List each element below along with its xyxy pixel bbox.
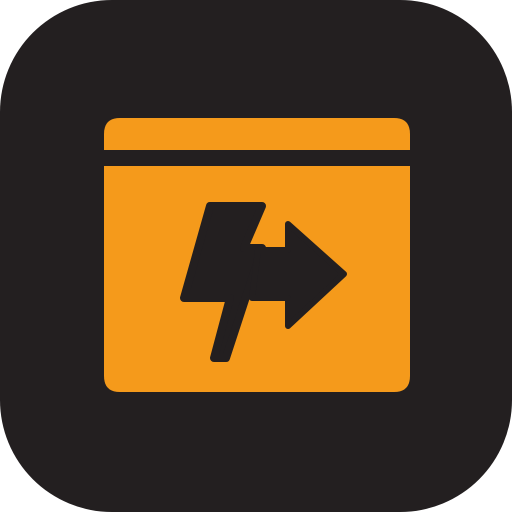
- window-title-bar: [104, 118, 410, 150]
- app-icon: [0, 0, 512, 512]
- browser-window-lightning-arrow-icon: [0, 0, 512, 512]
